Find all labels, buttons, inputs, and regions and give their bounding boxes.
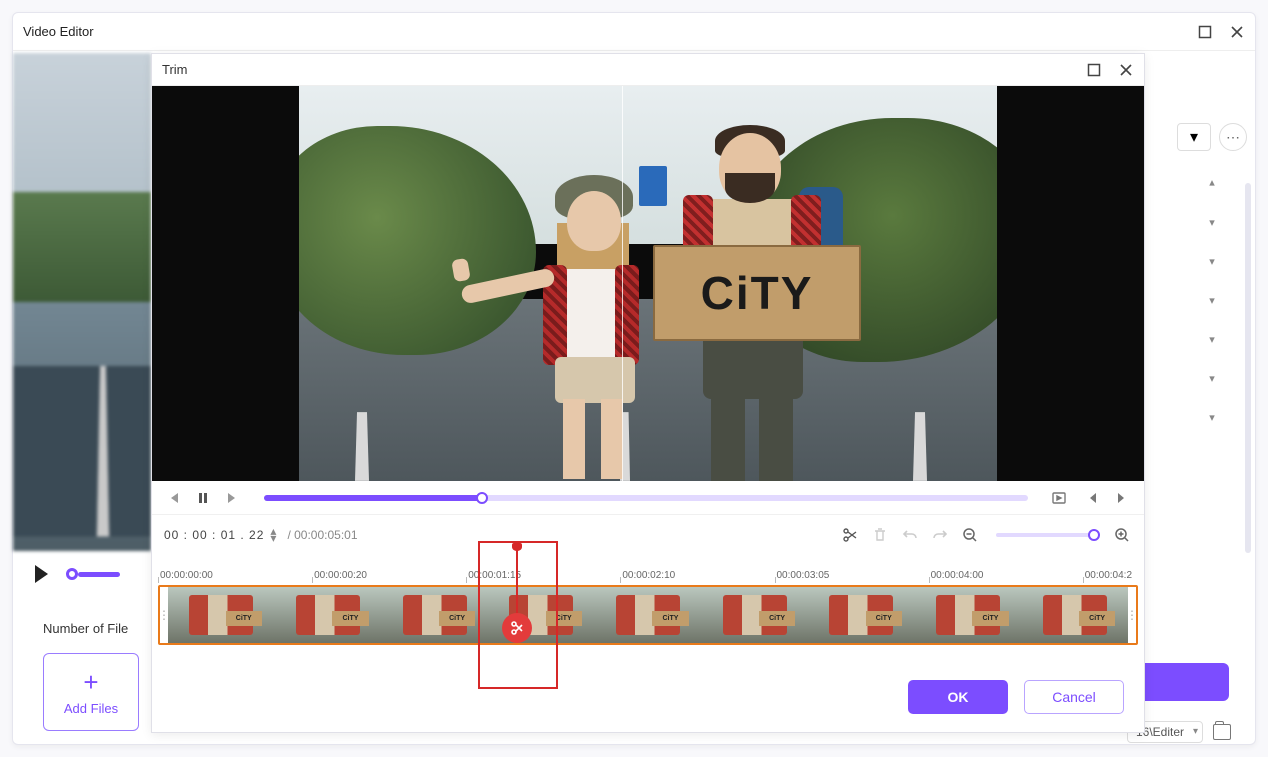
panel-collapse-up-icon[interactable]: ▾ <box>1209 177 1215 190</box>
clip-thumbnail: CiTY <box>808 587 915 643</box>
panel-expand-icon[interactable]: ▾ <box>1209 216 1215 229</box>
ruler-tick: 00:00:02:10 <box>620 570 774 581</box>
add-files-button[interactable]: + Add Files <box>43 653 139 731</box>
outer-slider-track[interactable] <box>78 572 120 577</box>
trim-titlebar: Trim <box>152 54 1144 86</box>
delete-icon <box>870 525 890 545</box>
cancel-button[interactable]: Cancel <box>1024 680 1124 714</box>
zoom-slider[interactable] <box>996 533 1096 537</box>
video-preview[interactable]: CiTY <box>152 86 1144 481</box>
undo-icon <box>900 525 920 545</box>
panel-expand-icon[interactable]: ▾ <box>1209 294 1215 307</box>
clip-strip[interactable]: ⋮ CiTY CiTY CiTY CiTY CiTY CiTY CiTY CiT… <box>158 585 1138 645</box>
person-girl <box>519 161 669 481</box>
ruler-tick: 00:00:03:05 <box>775 570 929 581</box>
open-folder-icon[interactable] <box>1213 724 1231 740</box>
clip-thumbnail: CiTY <box>168 587 275 643</box>
right-collapsed-panel: ▾ ⋯ ▾ ▾ ▾ ▾ ▾ ▾ ▾ <box>1187 123 1237 424</box>
zoom-in-icon[interactable] <box>1112 525 1132 545</box>
split-at-playhead-button[interactable] <box>502 613 532 643</box>
panel-expand-icon[interactable]: ▾ <box>1209 255 1215 268</box>
clip-thumbnail: CiTY <box>275 587 382 643</box>
outer-titlebar: Video Editor <box>13 13 1255 51</box>
more-menu-icon[interactable]: ⋯ <box>1219 123 1247 151</box>
zoom-handle[interactable] <box>1088 529 1100 541</box>
timecode-stepper[interactable]: ▴▾ <box>270 528 277 542</box>
progress-handle[interactable] <box>476 492 488 504</box>
ruler-tick: 00:00:00:00 <box>158 570 312 581</box>
outer-playback-row <box>35 565 120 583</box>
step-forward-icon[interactable] <box>224 489 242 507</box>
playback-controls <box>152 481 1144 515</box>
total-duration: / 00:00:05:01 <box>287 528 357 542</box>
timeline-ruler[interactable]: 00:00:00:00 00:00:00:20 00:00:01:15 00:0… <box>152 555 1144 581</box>
background-preview <box>13 53 151 551</box>
trim-maximize-icon[interactable] <box>1086 62 1102 78</box>
maximize-icon[interactable] <box>1197 24 1213 40</box>
clip-thumbnail: CiTY <box>701 587 808 643</box>
app-title: Video Editor <box>23 24 94 39</box>
prev-frame-icon[interactable] <box>1082 489 1100 507</box>
timeline: 00:00:00:00 00:00:00:20 00:00:01:15 00:0… <box>152 555 1144 645</box>
ruler-tick: 00:00:04:00 <box>929 570 1083 581</box>
progress-fill <box>264 495 482 501</box>
clip-thumbnail: CiTY <box>915 587 1022 643</box>
panel-expand-icon[interactable]: ▾ <box>1209 333 1215 346</box>
outer-play-button[interactable] <box>35 565 48 583</box>
close-icon[interactable] <box>1229 24 1245 40</box>
clip-handle-left[interactable]: ⋮ <box>160 587 168 643</box>
outer-primary-button[interactable] <box>1133 663 1229 701</box>
video-editor-window: Video Editor ▾ ⋯ ▾ ▾ ▾ ▾ ▾ ▾ ▾ Number of… <box>12 12 1256 745</box>
preview-playhead-line <box>622 86 623 481</box>
next-frame-icon[interactable] <box>1114 489 1132 507</box>
plus-icon: + <box>83 669 98 695</box>
clip-handle-right[interactable]: ⋮ <box>1128 587 1136 643</box>
panel-expand-icon[interactable]: ▾ <box>1209 411 1215 424</box>
timecode-value: 00 : 00 : 01 . 22 <box>164 528 264 542</box>
ruler-tick: 00:00:00:20 <box>312 570 466 581</box>
redo-icon <box>930 525 950 545</box>
right-dropdown[interactable]: ▾ <box>1177 123 1211 151</box>
pause-icon[interactable] <box>194 489 212 507</box>
cardboard-sign: CiTY <box>653 245 861 341</box>
step-back-icon[interactable] <box>164 489 182 507</box>
trim-close-icon[interactable] <box>1118 62 1134 78</box>
clip-thumbnail: CiTY <box>1021 587 1128 643</box>
sign-text: CiTY <box>701 266 814 320</box>
current-timecode: 00 : 00 : 01 . 22 ▴▾ <box>164 528 277 542</box>
trim-title: Trim <box>162 62 188 77</box>
set-in-point-icon[interactable] <box>1050 489 1068 507</box>
ruler-tick: 00:00:04:2 <box>1083 570 1138 581</box>
progress-slider[interactable] <box>264 495 1028 501</box>
outer-slider-handle[interactable] <box>66 568 78 580</box>
ruler-tick: 00:00:01:15 <box>466 570 620 581</box>
right-scrollbar[interactable] <box>1245 183 1251 553</box>
zoom-out-icon[interactable] <box>960 525 980 545</box>
clip-thumbnail: CiTY <box>595 587 702 643</box>
clip-thumbnail: CiTY <box>381 587 488 643</box>
add-files-label: Add Files <box>64 701 118 716</box>
ok-button[interactable]: OK <box>908 680 1008 714</box>
timecode-toolbar: 00 : 00 : 01 . 22 ▴▾ / 00:00:05:01 <box>152 515 1144 555</box>
scissors-icon[interactable] <box>840 525 860 545</box>
number-of-files-label: Number of File <box>43 621 128 636</box>
panel-expand-icon[interactable]: ▾ <box>1209 372 1215 385</box>
trim-modal: Trim <box>151 53 1145 733</box>
